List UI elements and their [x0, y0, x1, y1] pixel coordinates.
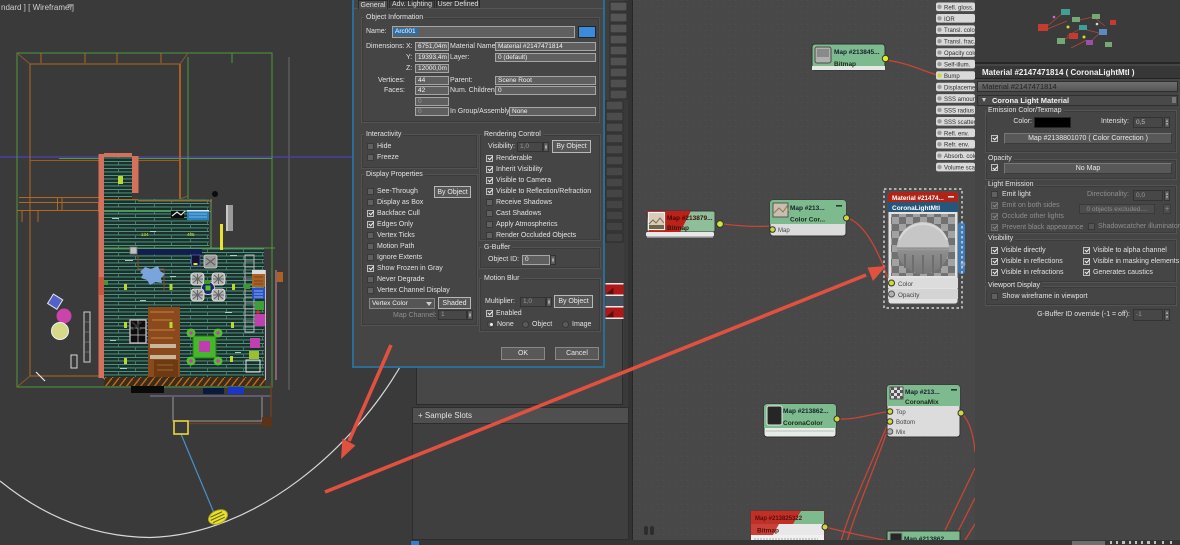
- svg-text:Color: Color: [898, 281, 913, 288]
- svg-text:ndard ] [ Wireframe ]: ndard ] [ Wireframe ]: [1, 3, 74, 12]
- svg-text:SSS amount: SSS amount: [944, 97, 975, 103]
- svg-text:Transl. color: Transl. color: [944, 28, 975, 34]
- svg-text:134: 134: [141, 232, 149, 237]
- svg-text:Transl. frac.: Transl. frac.: [944, 40, 975, 46]
- svg-text:SSS scatter c: SSS scatter c: [944, 120, 975, 126]
- svg-text:Refl. gloss.: Refl. gloss.: [944, 5, 974, 11]
- svg-text:Opacity: Opacity: [898, 292, 920, 299]
- svg-text:CoronaColor: CoronaColor: [783, 420, 823, 427]
- svg-text:Map #213...: Map #213...: [790, 205, 825, 212]
- svg-text:Color Cor...: Color Cor...: [790, 217, 825, 224]
- svg-text:Bitmap: Bitmap: [757, 528, 779, 535]
- svg-text:Map #213862...: Map #213862...: [783, 408, 829, 415]
- svg-text:Map #213825322: Map #213825322: [755, 516, 803, 522]
- svg-text:CoronaMix: CoronaMix: [905, 399, 939, 406]
- svg-text:Map #213845...: Map #213845...: [834, 49, 880, 56]
- svg-text:Map #213...: Map #213...: [905, 389, 940, 396]
- svg-text:Material #21474...: Material #21474...: [892, 195, 944, 202]
- svg-text:SSS radius: SSS radius: [944, 108, 974, 114]
- svg-text:CoronaLightMtl: CoronaLightMtl: [892, 205, 940, 212]
- svg-text:Volume scatt: Volume scatt: [944, 166, 975, 172]
- svg-text:Bump: Bump: [944, 74, 960, 80]
- svg-text:Refl. env.: Refl. env.: [944, 131, 969, 137]
- svg-text:Bitmap: Bitmap: [667, 225, 689, 232]
- svg-text:Absorb. color: Absorb. color: [944, 154, 975, 160]
- svg-text:Map #213879...: Map #213879...: [667, 215, 713, 222]
- svg-text:Displacement: Displacement: [944, 86, 975, 92]
- svg-text:Opacity color: Opacity color: [944, 51, 975, 57]
- svg-text:Refr. env.: Refr. env.: [944, 143, 970, 149]
- svg-text:Mix: Mix: [896, 430, 905, 436]
- svg-text:Map: Map: [778, 228, 790, 234]
- svg-text:Self-illum.: Self-illum.: [944, 63, 971, 69]
- svg-text:Bottom: Bottom: [896, 420, 915, 426]
- svg-text:405: 405: [187, 232, 195, 237]
- svg-text:IOR: IOR: [944, 17, 955, 23]
- svg-text:Top: Top: [896, 410, 906, 416]
- svg-text:Bitmap: Bitmap: [834, 61, 856, 68]
